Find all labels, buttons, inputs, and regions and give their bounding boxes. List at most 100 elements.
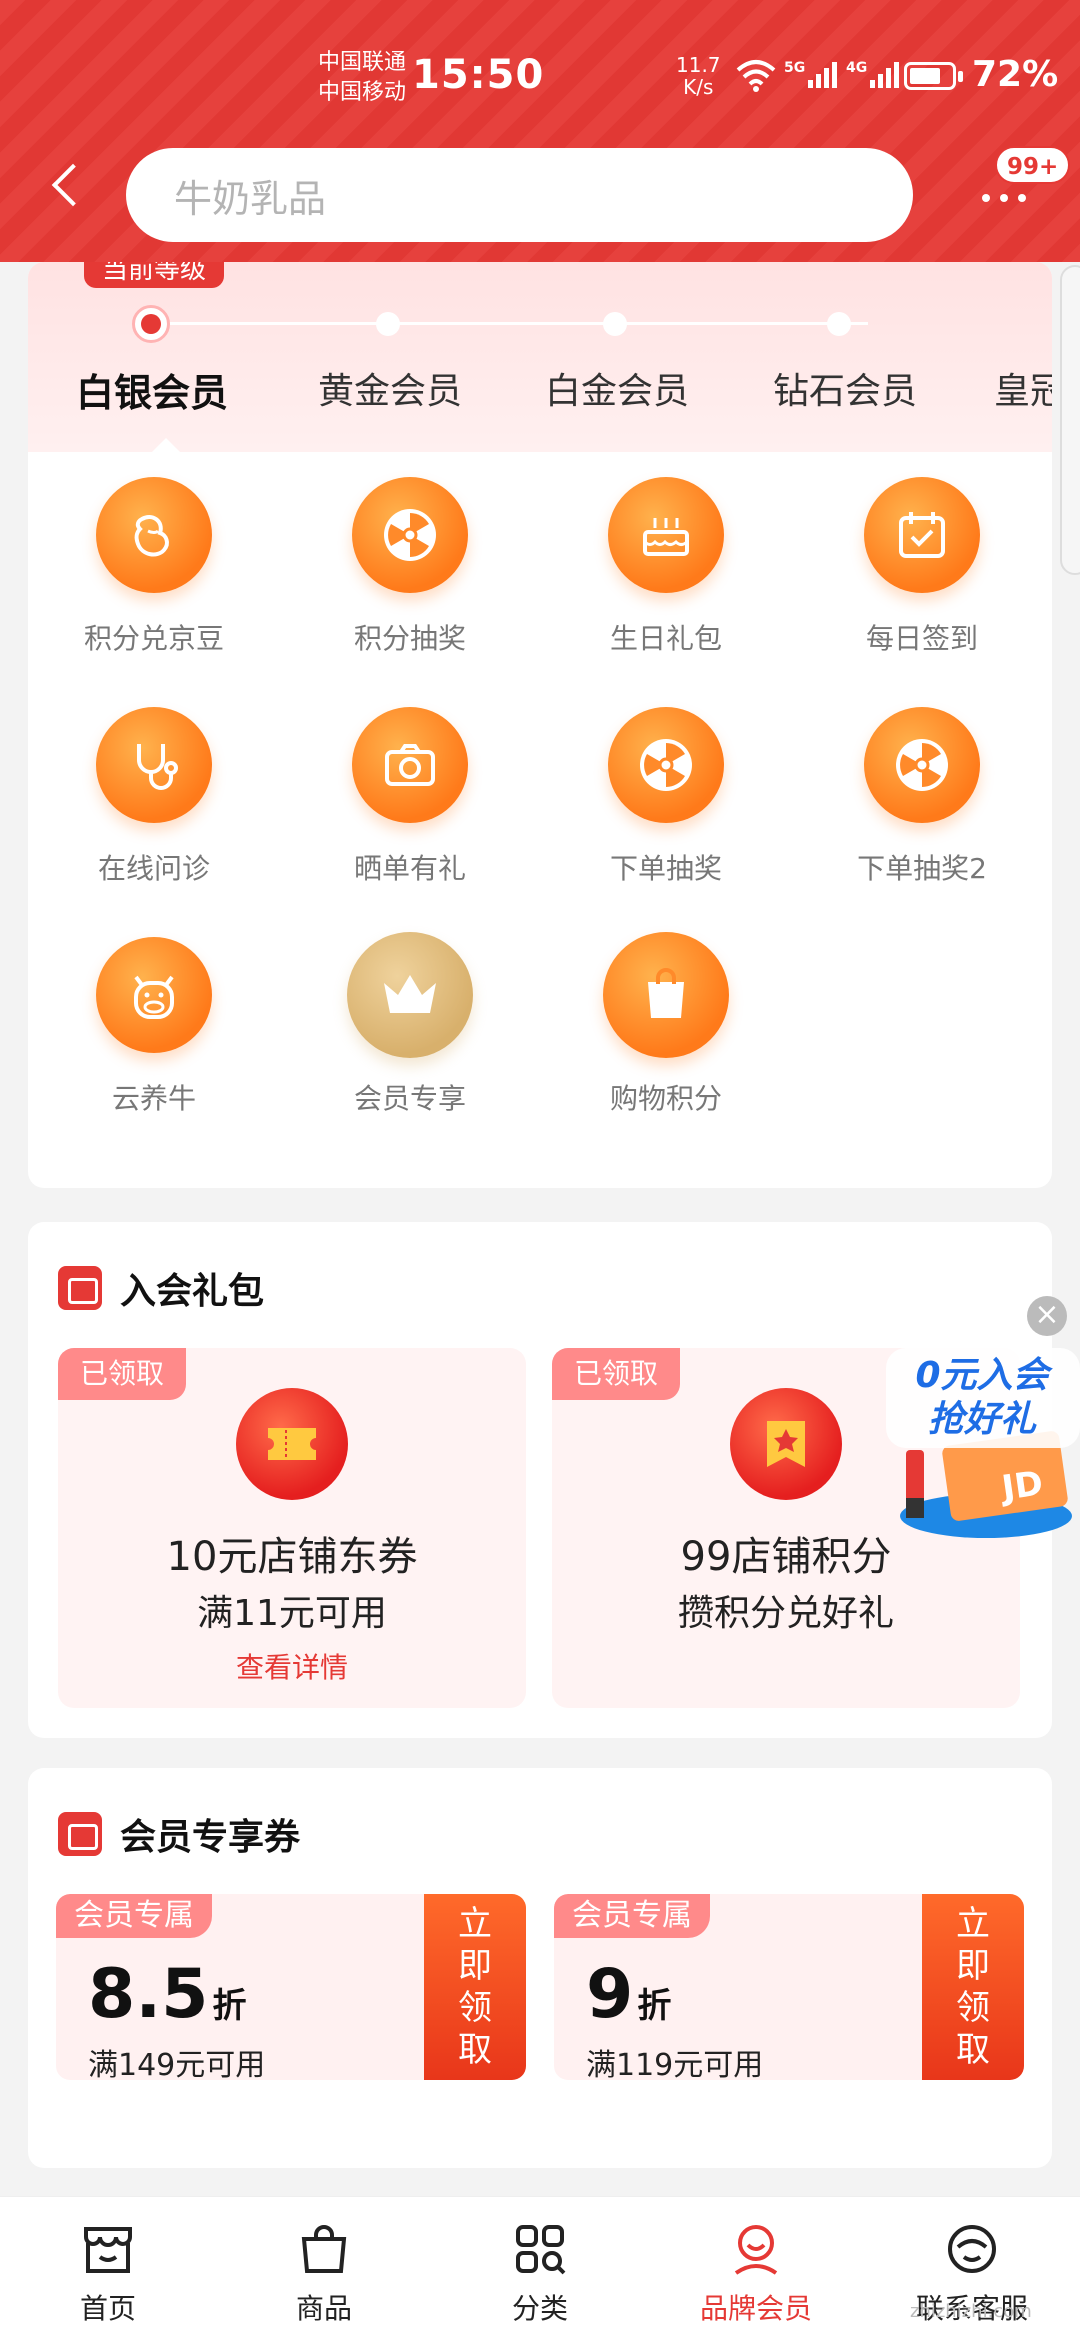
benefit-label: 每日签到 — [865, 622, 978, 655]
bean-icon — [96, 477, 212, 593]
carrier-2: 中国移动 — [318, 80, 407, 105]
search-input[interactable]: 牛奶乳品 — [126, 148, 913, 242]
stethoscope-icon — [96, 707, 212, 823]
carrier-labels: 中国联通 中国移动 — [318, 48, 406, 108]
tab-label: 首页 — [79, 2292, 136, 2325]
tab-category[interactable]: 分类 — [460, 2219, 620, 2327]
discount-coupon: 会员专属 9折 满119元可用 立即领取 — [554, 1894, 1024, 2080]
level-crown[interactable]: 皇冠 — [994, 362, 1052, 414]
benefit-order-lottery[interactable]: 下单抽奖 — [566, 707, 766, 887]
coupon-condition: 满119元可用 — [586, 2048, 764, 2080]
level-line — [148, 322, 868, 325]
level-silver[interactable]: 白银会员 — [76, 362, 228, 417]
benefit-cloud-cow[interactable]: 云养牛 — [54, 937, 254, 1117]
net-type-1: 5G — [784, 60, 806, 76]
level-diamond[interactable]: 钻石会员 — [773, 362, 917, 414]
promo-line-2: 抢好礼 — [927, 1399, 1036, 1440]
benefit-label: 云养牛 — [111, 1082, 196, 1115]
benefit-member-exclusive[interactable]: 会员专享 — [310, 932, 510, 1117]
member-icon — [734, 2225, 778, 2275]
section-title-text: 入会礼包 — [120, 1271, 265, 1312]
benefit-order-lottery-2[interactable]: 下单抽奖2 — [822, 707, 1022, 887]
promo-line-1: 0元入会 — [915, 1355, 1049, 1396]
battery-percent: 72% — [972, 54, 1059, 95]
join-promo-floater[interactable]: 0元入会 抢好礼 JD — [886, 1346, 1080, 1546]
level-pointer — [150, 438, 182, 454]
benefit-label: 生日礼包 — [609, 622, 722, 655]
level-node — [827, 312, 851, 336]
member-coupon-title: 会员专享券 — [58, 1808, 300, 1860]
level-platinum[interactable]: 白金会员 — [545, 362, 689, 414]
level-gold[interactable]: 黄金会员 — [318, 362, 462, 414]
benefit-shopping-points[interactable]: 购物积分 — [566, 932, 766, 1117]
benefit-label: 会员专享 — [353, 1082, 466, 1115]
carrier-1: 中国联通 — [318, 50, 407, 75]
benefit-online-consult[interactable]: 在线问诊 — [54, 707, 254, 887]
benefit-points-to-beans[interactable]: 积分兑京豆 — [54, 477, 254, 657]
coupon-unit: 折 — [637, 1986, 672, 2026]
benefit-label: 下单抽奖2 — [857, 852, 987, 885]
benefit-label: 积分抽奖 — [353, 622, 466, 655]
cake-icon — [608, 477, 724, 593]
coupon-unit: 折 — [212, 1986, 247, 2026]
gift-coupon-item[interactable]: 已领取 10元店铺东券 满11元可用 查看详情 — [58, 1348, 526, 1708]
coupon-number: 9 — [586, 1955, 634, 2034]
ticket-icon — [58, 1812, 102, 1856]
claim-now-button[interactable]: 立即领取 — [922, 1894, 1024, 2080]
camera-icon — [352, 707, 468, 823]
tab-brand-member[interactable]: 品牌会员 — [676, 2219, 836, 2327]
wheel-icon — [352, 477, 468, 593]
speed-value: 11.7 — [676, 53, 721, 77]
tab-label: 品牌会员 — [699, 2292, 812, 2325]
wheel-icon — [864, 707, 980, 823]
coupon-value: 8.5 折 — [88, 1960, 246, 2041]
speed-unit: K/s — [683, 75, 714, 99]
gift-title: 10元店铺东券 — [166, 1534, 418, 1580]
points-badge-icon — [730, 1388, 842, 1500]
tab-home[interactable]: 首页 — [28, 2219, 188, 2327]
search-placeholder: 牛奶乳品 — [174, 176, 327, 221]
side-scroll-handle[interactable] — [1060, 265, 1080, 575]
close-icon[interactable]: × — [1027, 1296, 1067, 1336]
benefit-label: 晒单有礼 — [353, 852, 466, 885]
benefit-label: 积分兑京豆 — [83, 622, 224, 655]
level-node-current — [132, 305, 170, 343]
tab-label: 商品 — [295, 2292, 352, 2325]
view-details-link[interactable]: 查看详情 — [58, 1646, 526, 1686]
signal-4g-icon: 4G — [846, 60, 900, 88]
jd-logo: JD — [999, 1463, 1046, 1509]
level-track: 当前等级 白银会员 黄金会员 白金会员 钻石会员 皇冠 — [28, 262, 1052, 454]
clock: 15:50 — [412, 52, 545, 98]
member-coupon-card: 会员专享券 会员专属 8.5 折 满149元可用 立即领取 会员专属 9折 满11… — [28, 1768, 1052, 2168]
tab-products[interactable]: 商品 — [244, 2219, 404, 2327]
status-bar: 中国联通 中国移动 15:50 11.7 K/s 5G 4G 72% — [0, 44, 1080, 114]
benefit-label: 购物积分 — [609, 1082, 722, 1115]
battery-icon — [904, 62, 956, 90]
service-icon — [948, 2225, 996, 2273]
membership-card: 当前等级 白银会员 黄金会员 白金会员 钻石会员 皇冠 积分兑京豆 积分抽奖 生… — [28, 262, 1052, 1188]
watermark: zhizhizhi.com — [910, 2301, 1032, 2322]
ticket-icon — [58, 1266, 102, 1310]
claimed-tag: 已领取 — [58, 1348, 187, 1400]
benefit-birthday-gift[interactable]: 生日礼包 — [566, 477, 766, 657]
signal-5g-icon: 5G — [784, 60, 838, 88]
net-type-2: 4G — [846, 60, 868, 76]
benefit-daily-checkin[interactable]: 每日签到 — [822, 477, 1022, 657]
coupon-value: 9折 — [586, 1960, 671, 2041]
claim-now-button[interactable]: 立即领取 — [424, 1894, 526, 2080]
app-header: 中国联通 中国移动 15:50 11.7 K/s 5G 4G 72% 牛奶乳品 — [0, 0, 1080, 262]
battery-tip — [958, 71, 963, 82]
crown-icon — [347, 932, 473, 1058]
bag-icon — [603, 932, 729, 1058]
coupon-condition: 满149元可用 — [88, 2048, 266, 2080]
benefit-review-gift[interactable]: 晒单有礼 — [310, 707, 510, 887]
wifi-icon — [736, 60, 776, 92]
wheel-icon — [608, 707, 724, 823]
benefit-label: 在线问诊 — [97, 852, 210, 885]
join-gift-title: 入会礼包 — [58, 1262, 264, 1314]
back-icon[interactable] — [51, 163, 95, 207]
gift-subtitle: 满11元可用 — [197, 1593, 387, 1634]
calendar-check-icon — [864, 477, 980, 593]
benefit-points-lottery[interactable]: 积分抽奖 — [310, 477, 510, 657]
network-speed: 11.7 K/s — [676, 54, 721, 98]
